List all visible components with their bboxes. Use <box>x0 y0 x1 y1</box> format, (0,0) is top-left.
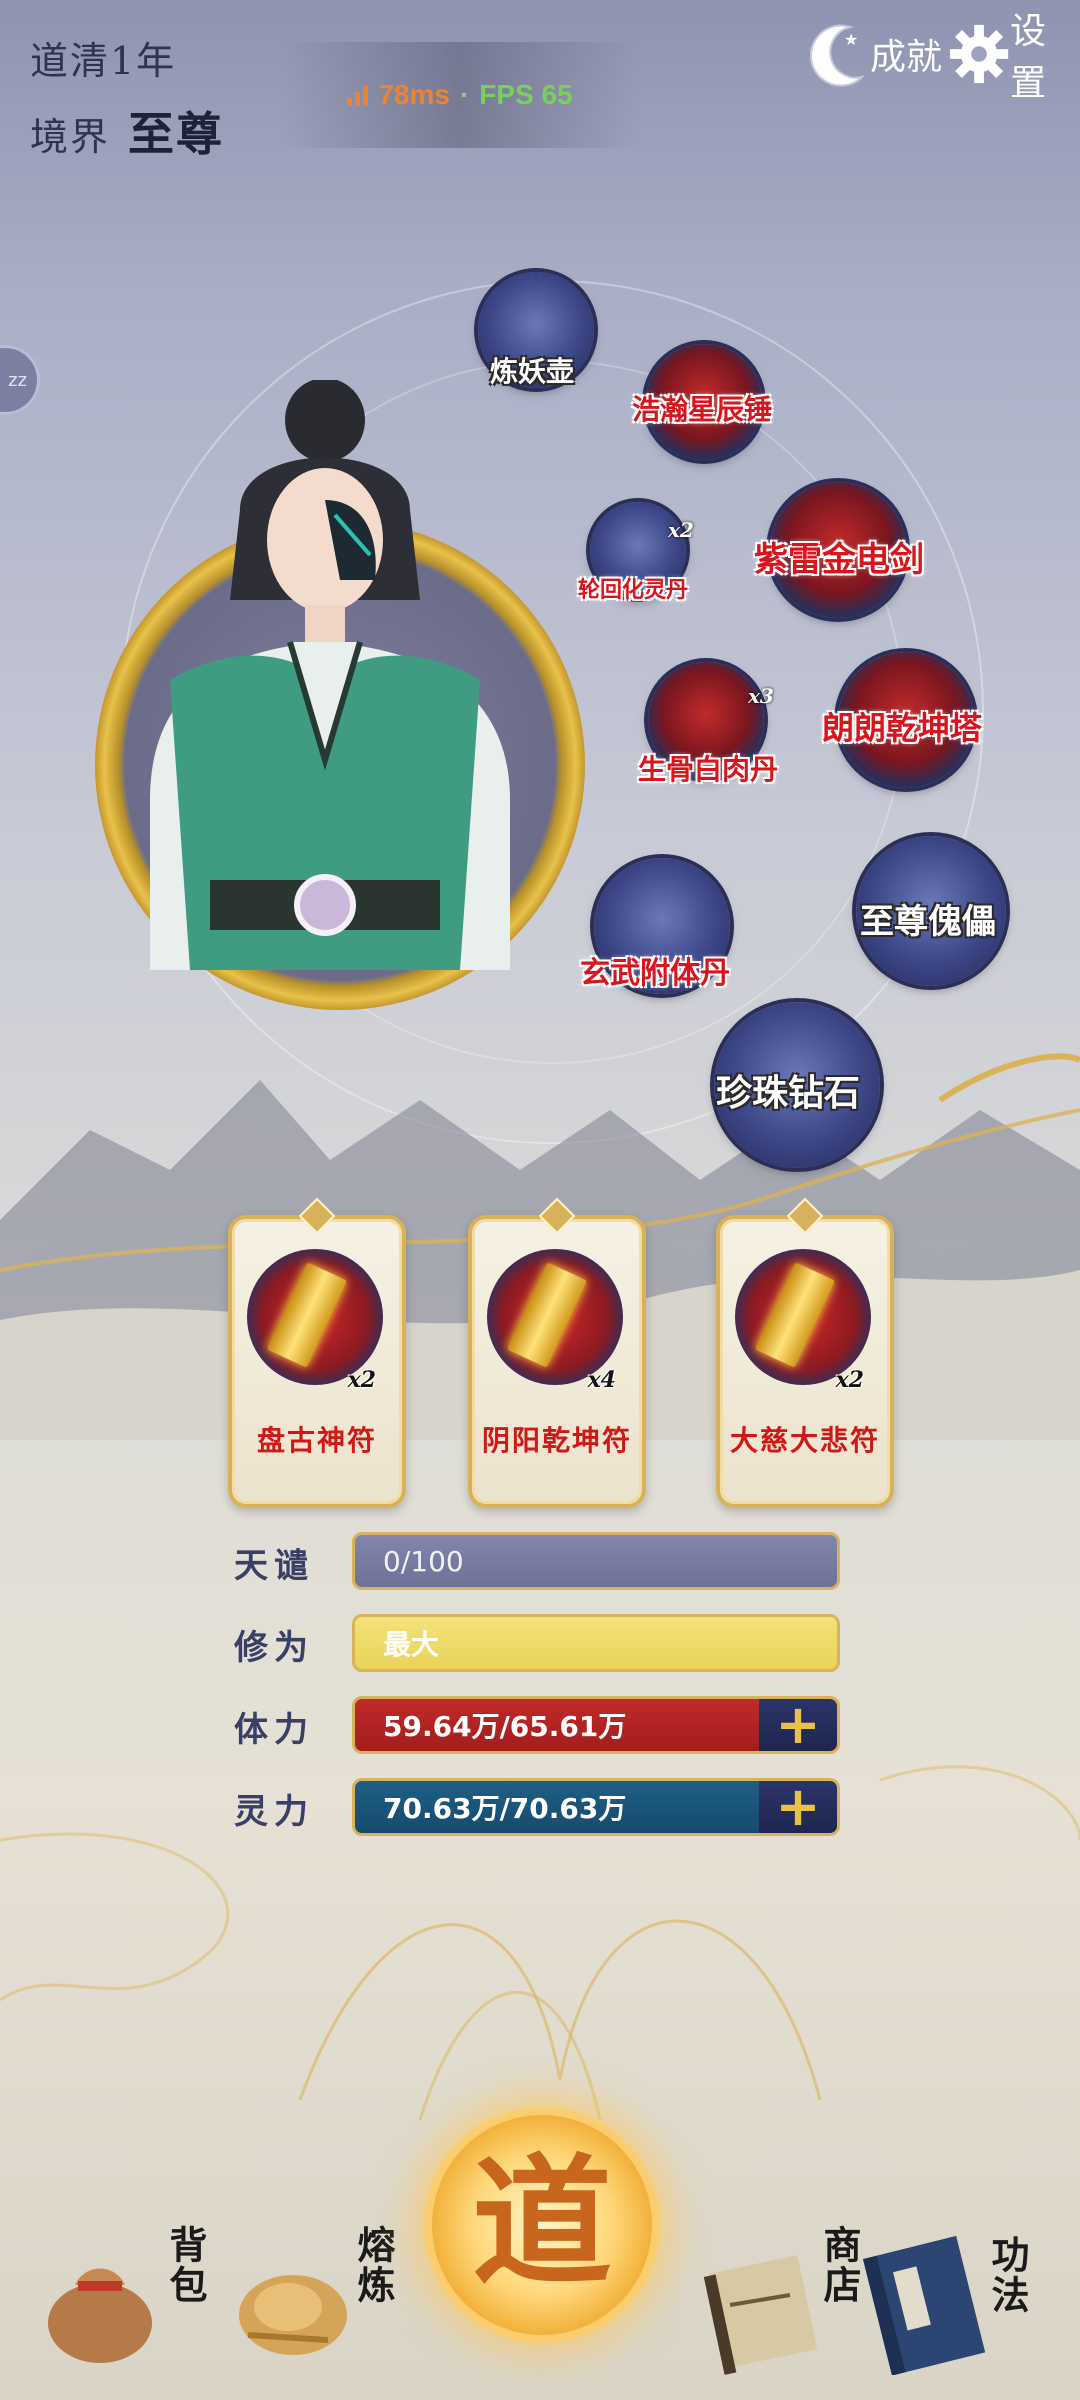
stat-label-lingli: 灵力 <box>234 1792 314 1832</box>
moon-icon: ★ <box>810 24 866 87</box>
xiuwei-value: 最大 <box>383 1628 440 1661</box>
signal-icon <box>347 84 369 106</box>
nav-skills-label: 功法 <box>985 2235 1030 2315</box>
talisman-card[interactable]: x4 阴阳乾坤符 <box>468 1197 646 1508</box>
talisman-count: x4 <box>587 1367 616 1393</box>
tili-bar: 59.64万/65.61万 + <box>352 1696 840 1754</box>
tili-value: 59.64万/65.61万 <box>383 1710 627 1743</box>
plus-icon: + <box>775 1693 821 1756</box>
talisman-name: 阴阳乾坤符 <box>481 1424 632 1457</box>
item-count: x3 <box>748 684 774 708</box>
plus-icon: + <box>775 1775 821 1838</box>
lingli-bar: 70.63万/70.63万 + <box>352 1778 840 1836</box>
settings-label: 设置 <box>1010 11 1047 104</box>
gear-icon <box>949 24 1009 84</box>
talisman-card[interactable]: x2 盘古神符 <box>228 1197 406 1508</box>
item-label: 炼妖壶 <box>490 355 575 388</box>
talisman-name: 盘古神符 <box>256 1424 377 1457</box>
xiuwei-bar: 最大 <box>352 1614 840 1672</box>
item-label: 玄武附体丹 <box>580 956 730 991</box>
dao-char: 道 <box>471 2141 612 2305</box>
scroll-map-icon <box>703 2255 818 2375</box>
tianqian-value: 0/100 <box>383 1544 464 1578</box>
character-avatar[interactable] <box>110 380 540 970</box>
nav-shop-label: 商店 <box>817 2225 862 2305</box>
fps-value: FPS 65 <box>479 79 573 110</box>
talisman-name: 大慈大悲符 <box>729 1424 880 1457</box>
book-icon <box>862 2235 986 2375</box>
nav-refine[interactable]: 熔炼 <box>228 2225 398 2375</box>
add-tili-button[interactable]: + <box>759 1693 837 1756</box>
nav-bag[interactable]: 背包 <box>40 2225 210 2375</box>
item-count: x2 <box>668 518 694 542</box>
item-label: 朗朗乾坤塔 <box>822 709 983 747</box>
item-label: 至尊傀儡 <box>860 902 996 942</box>
separator: · <box>459 79 470 110</box>
stat-label-tianqian: 天谴 <box>234 1546 314 1586</box>
item-label: 生骨白肉丹 <box>638 753 779 786</box>
dao-main-button[interactable]: 道 <box>432 2115 652 2335</box>
nav-bag-label: 背包 <box>163 2225 208 2305</box>
item-label: 浩瀚星辰锤 <box>632 393 773 426</box>
side-tab-label: zz <box>8 369 27 391</box>
stat-label-tili: 体力 <box>234 1710 314 1750</box>
settings-button[interactable]: 设置 <box>948 11 1080 104</box>
svg-text:★: ★ <box>844 30 858 49</box>
nav-refine-label: 熔炼 <box>351 2225 396 2305</box>
talisman-count: x2 <box>347 1367 376 1393</box>
talisman-card[interactable]: x2 大慈大悲符 <box>716 1197 894 1508</box>
daoqing-year: 道清1年 <box>30 39 177 83</box>
item-label: 紫雷金电剑 <box>754 540 924 580</box>
item-label: 轮回化灵丹 <box>578 577 689 603</box>
tianqian-bar: 0/100 <box>352 1532 840 1590</box>
achievements-label: 成就 <box>870 37 943 78</box>
achievements-button[interactable]: ★ 成就 <box>810 14 942 94</box>
add-lingli-button[interactable]: + <box>759 1775 837 1838</box>
stat-label-xiuwei: 修为 <box>234 1628 314 1668</box>
network-status: 78ms · FPS 65 <box>280 42 640 148</box>
item-label: 珍珠钻石 <box>716 1072 861 1114</box>
decor-line <box>0 240 1080 241</box>
side-drawer-tab[interactable]: zz <box>0 345 40 415</box>
lingli-value: 70.63万/70.63万 <box>383 1792 627 1825</box>
realm-label: 境界 <box>30 115 111 159</box>
ping-value: 78ms <box>378 79 450 110</box>
refine-icon <box>239 2275 347 2355</box>
realm-row: 境界 至尊 <box>30 98 224 164</box>
bag-icon <box>48 2268 152 2363</box>
nav-shop[interactable]: 商店 <box>700 2225 870 2375</box>
nav-skills[interactable]: 功法 <box>862 2225 1032 2375</box>
talisman-count: x2 <box>835 1367 864 1393</box>
realm-value: 至尊 <box>128 107 225 161</box>
